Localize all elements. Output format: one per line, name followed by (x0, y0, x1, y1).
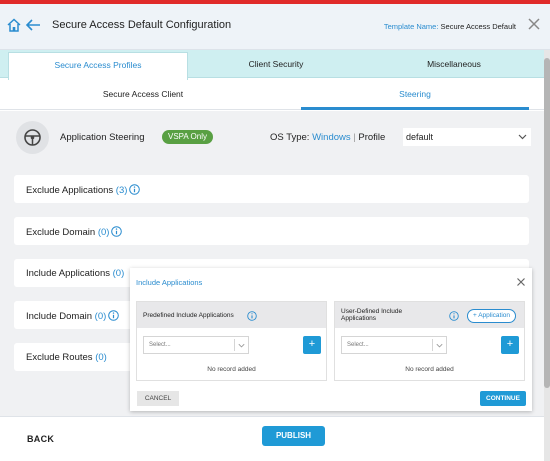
card-label: Exclude Applications (3) (26, 184, 141, 196)
panel-header: User-Defined Include Applications + Appl… (335, 302, 524, 328)
subtab-secure-access-client[interactable]: Secure Access Client (14, 89, 272, 99)
card-label: Exclude Routes (0) (26, 352, 107, 363)
info-icon[interactable] (247, 311, 257, 321)
card-title: Exclude Routes (26, 352, 93, 363)
card-count: (0) (95, 352, 107, 363)
os-type: OS Type: Windows | Profile (270, 132, 385, 143)
info-icon[interactable] (129, 184, 141, 195)
close-icon[interactable] (526, 16, 542, 32)
user-defined-panel: User-Defined Include Applications + Appl… (334, 301, 525, 381)
home-icon[interactable] (6, 17, 22, 33)
os-type-label: OS Type: (270, 132, 310, 143)
vspa-only-badge: VSPA Only (162, 130, 213, 144)
card-count: (0) (112, 268, 125, 279)
os-separator: | (353, 132, 356, 143)
card-title: Exclude Domain (26, 227, 96, 238)
card-exclude-domain[interactable]: Exclude Domain (0) (14, 217, 529, 245)
card-title: Include Domain (26, 311, 93, 322)
predefined-select[interactable]: Select... (143, 336, 249, 354)
user-defined-select[interactable]: Select... (341, 336, 447, 354)
main-tabs: Secure Access Profiles Client Security M… (0, 50, 550, 80)
add-application-button[interactable]: + Application (466, 309, 516, 323)
close-icon[interactable] (516, 277, 526, 287)
card-exclude-applications[interactable]: Exclude Applications (3) (14, 175, 529, 203)
back-button[interactable]: BACK (27, 434, 54, 444)
card-title: Include Applications (26, 268, 110, 279)
card-count: (3) (115, 185, 128, 196)
info-icon[interactable] (111, 226, 123, 237)
template-name: Template Name: Secure Access Default (384, 22, 516, 31)
card-label: Include Applications (0) (26, 268, 124, 279)
application-steering-label: Application Steering (60, 132, 145, 143)
info-icon[interactable] (449, 311, 459, 321)
card-title: Exclude Applications (26, 185, 114, 196)
select-placeholder: Select... (347, 342, 369, 348)
os-type-value[interactable]: Windows (312, 132, 351, 143)
steering-icon (16, 121, 49, 154)
active-subtab-indicator (301, 107, 529, 110)
select-divider (432, 339, 433, 351)
page-title: Secure Access Default Configuration (52, 19, 232, 31)
profile-select[interactable]: default (403, 128, 531, 146)
card-count: (0) (94, 311, 107, 322)
publish-button[interactable]: PUBLISH (262, 426, 325, 446)
back-arrow-icon[interactable] (24, 17, 42, 33)
panel-title: Predefined Include Applications (143, 312, 234, 319)
predefined-panel: Predefined Include Applications Select..… (136, 301, 327, 381)
info-icon[interactable] (108, 310, 120, 321)
select-divider (234, 339, 235, 351)
tab-client-security[interactable]: Client Security (190, 52, 362, 78)
panel-title: User-Defined Include Applications (341, 308, 403, 322)
empty-state-text: No record added (405, 366, 454, 373)
add-predefined-button[interactable]: + (303, 336, 321, 354)
template-name-key: Template Name: (383, 22, 439, 31)
card-count: (0) (97, 227, 110, 238)
card-label: Include Domain (0) (26, 310, 120, 322)
header: Secure Access Default Configuration Temp… (0, 4, 550, 50)
profile-label: Profile (358, 132, 386, 143)
cancel-button[interactable]: CANCEL (137, 391, 179, 406)
chevron-down-icon (238, 343, 245, 348)
add-user-defined-button[interactable]: + (501, 336, 519, 354)
subtab-steering[interactable]: Steering (301, 89, 529, 99)
card-label: Exclude Domain (0) (26, 226, 123, 238)
scrollbar-thumb[interactable] (544, 58, 550, 388)
empty-state-text: No record added (207, 366, 256, 373)
chevron-down-icon (436, 343, 443, 348)
panel-header: Predefined Include Applications (137, 302, 326, 328)
select-placeholder: Select... (149, 342, 171, 348)
continue-button[interactable]: CONTINUE (480, 391, 526, 406)
tab-secure-access-profiles[interactable]: Secure Access Profiles (8, 52, 188, 80)
tab-miscellaneous[interactable]: Miscellaneous (364, 52, 544, 78)
chevron-down-icon (518, 134, 527, 140)
include-applications-modal: Include Applications Predefined Include … (130, 268, 532, 411)
sub-tabs: Secure Access Client Steering (0, 80, 544, 110)
modal-title: Include Applications (136, 278, 203, 287)
profile-select-value: default (406, 132, 434, 142)
template-name-value: Secure Access Default (440, 22, 516, 31)
